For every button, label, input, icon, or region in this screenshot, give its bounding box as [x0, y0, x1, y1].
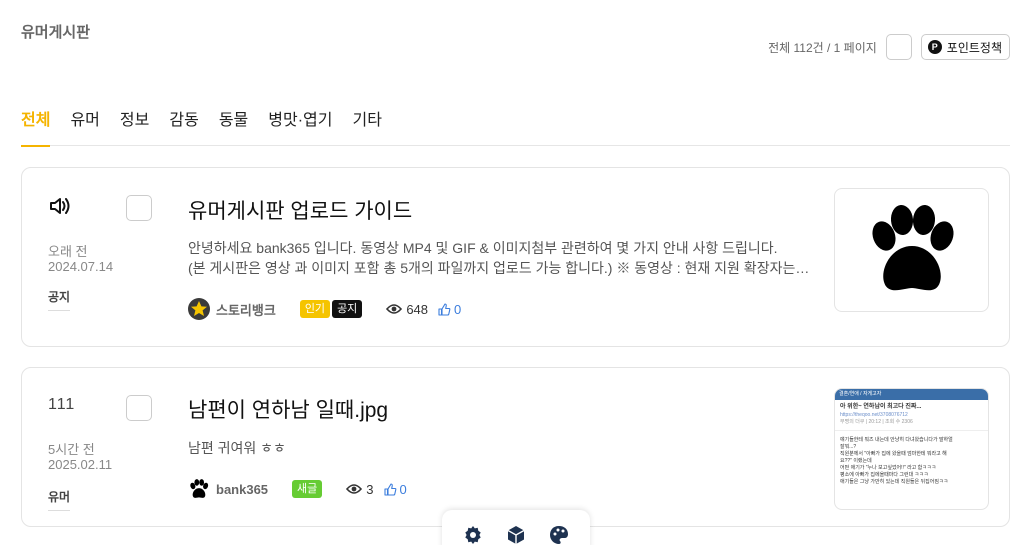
thumbs-up-icon	[438, 302, 451, 316]
like-count: 0	[438, 302, 461, 317]
floating-toolbar	[442, 510, 590, 545]
thumb-line: 얘기들한테 뭐즈 내는데 안냥히 다녀왔습니다가 말하얼	[840, 437, 953, 443]
tab-weird[interactable]: 병맛·엽기	[268, 104, 332, 146]
paw-icon	[871, 205, 954, 291]
tab-info[interactable]: 정보	[120, 104, 149, 146]
board-title: 유머게시판	[21, 24, 91, 41]
post-thumbnail[interactable]: 결혼/연애 / 자게고자 아 위한~ 연하남이 최고다 진짜... https:…	[834, 388, 989, 510]
thumb-url: https://theqoo.net/3708076712	[840, 412, 908, 418]
post-category: 공지	[48, 288, 71, 311]
post-title[interactable]: 남편이 연하남 일때.jpg	[188, 394, 388, 424]
eye-icon	[346, 484, 363, 494]
option-button[interactable]	[885, 34, 912, 60]
speaker-icon	[48, 195, 72, 217]
view-count: 648	[386, 302, 428, 317]
thumb-header: 결혼/연애 / 자게고자	[835, 389, 988, 400]
thumb-line: 잘뭐...?	[840, 444, 857, 450]
tab-animal[interactable]: 동물	[219, 104, 248, 146]
thumb-line: 평소에 아빠가 집에올때마다 그런대 ㅋㅋㅋ	[840, 472, 929, 478]
thumb-line: 애기들은 그냥 가만히 있는데 직원들은 뒤집어짐ㅋㅋ	[840, 479, 949, 485]
like-count-value: 0	[399, 481, 407, 497]
post-time-ago: 오래 전	[48, 244, 88, 259]
post-thumbnail[interactable]	[834, 188, 989, 312]
thumb-line: 어떤 애기가 "누나 보고싶었어!!" 라고 함ㅋㅋㅋ	[840, 465, 937, 471]
point-policy-button[interactable]: P 포인트정책	[920, 34, 1010, 60]
post-excerpt: 안녕하세요 bank365 입니다. 동영상 MP4 및 GIF & 이미지첨부…	[188, 238, 818, 278]
view-count: 3	[346, 481, 374, 497]
post-time: 5시간 전 2025.02.11	[48, 442, 112, 472]
point-icon: P	[927, 40, 942, 54]
tab-humor[interactable]: 유머	[70, 104, 99, 146]
post-card[interactable]: 111 5시간 전 2025.02.11 유머 남편이 연하남 일때.jpg 남…	[21, 367, 1010, 527]
post-date: 2025.02.11	[48, 457, 113, 472]
thumb-title: 아 위한~ 연하남이 최고다 진짜...	[840, 404, 922, 410]
new-badge: 새글	[292, 480, 323, 498]
post-title[interactable]: 유머게시판 업로드 가이드	[188, 195, 412, 225]
tab-touching[interactable]: 감동	[169, 104, 198, 146]
post-date: 2024.07.14	[48, 259, 114, 274]
post-excerpt-line: 남편 귀여워 ㅎㅎ	[188, 440, 286, 456]
post-excerpt: 남편 귀여워 ㅎㅎ	[188, 438, 818, 458]
palette-icon[interactable]	[548, 524, 570, 545]
thumb-meta: 무명의 더쿠 | 20:12 | 조회 수 2306	[835, 419, 988, 431]
post-category: 유머	[48, 488, 71, 511]
post-time-ago: 5시간 전	[48, 442, 95, 457]
view-count-value: 3	[366, 481, 374, 497]
view-count-value: 648	[406, 301, 429, 317]
tab-all[interactable]: 전체	[21, 104, 51, 147]
post-number: 111	[48, 396, 76, 413]
total-count: 전체 112건 / 1 페이지	[768, 40, 877, 55]
thumb-line: 직원분께서 "아빠가 집에 왔을때 엄마한테 뭐라고 해	[840, 451, 947, 457]
point-policy-label: 포인트정책	[946, 40, 1002, 55]
post-checkbox[interactable]	[126, 195, 152, 221]
thumb-body: 얘기들한테 뭐즈 내는데 안냥히 다녀왔습니다가 말하얼 잘뭐...? 직원분께…	[835, 431, 988, 492]
post-info-row: 스토리뱅크 인기 공지 648 0	[188, 298, 461, 320]
like-count: 0	[383, 481, 407, 497]
gear-icon[interactable]	[462, 524, 484, 545]
eye-icon	[386, 304, 403, 314]
cube-icon[interactable]	[505, 524, 527, 545]
post-checkbox[interactable]	[126, 395, 152, 421]
thumbs-up-icon	[383, 482, 396, 496]
popular-badge: 인기	[299, 300, 331, 318]
author-name[interactable]: 스토리뱅크	[216, 300, 276, 319]
like-count-value: 0	[454, 301, 462, 317]
author-name[interactable]: bank365	[216, 482, 268, 497]
thumb-line: 요??" 이랬는데	[840, 458, 872, 464]
post-card[interactable]: 오래 전 2024.07.14 공지 유머게시판 업로드 가이드 안녕하세요 b…	[21, 167, 1010, 347]
post-excerpt-line: 안녕하세요 bank365 입니다. 동영상 MP4 및 GIF & 이미지첨부…	[188, 240, 778, 256]
board-meta: 전체 112건 / 1 페이지 P 포인트정책	[768, 34, 1010, 60]
post-time: 오래 전 2024.07.14	[48, 244, 113, 274]
tab-etc[interactable]: 기타	[352, 104, 381, 146]
category-tabs: 전체 유머 정보 감동 동물 병맛·엽기 기타	[21, 104, 1010, 147]
post-info-row: bank365 새글 3 0	[188, 478, 407, 500]
post-excerpt-line: (본 게시판은 영상 과 이미지 포함 총 5개의 파일까지 업로드 가능 합니…	[188, 260, 810, 276]
author-avatar	[188, 478, 210, 500]
author-avatar	[188, 298, 210, 320]
notice-badge: 공지	[332, 300, 363, 318]
